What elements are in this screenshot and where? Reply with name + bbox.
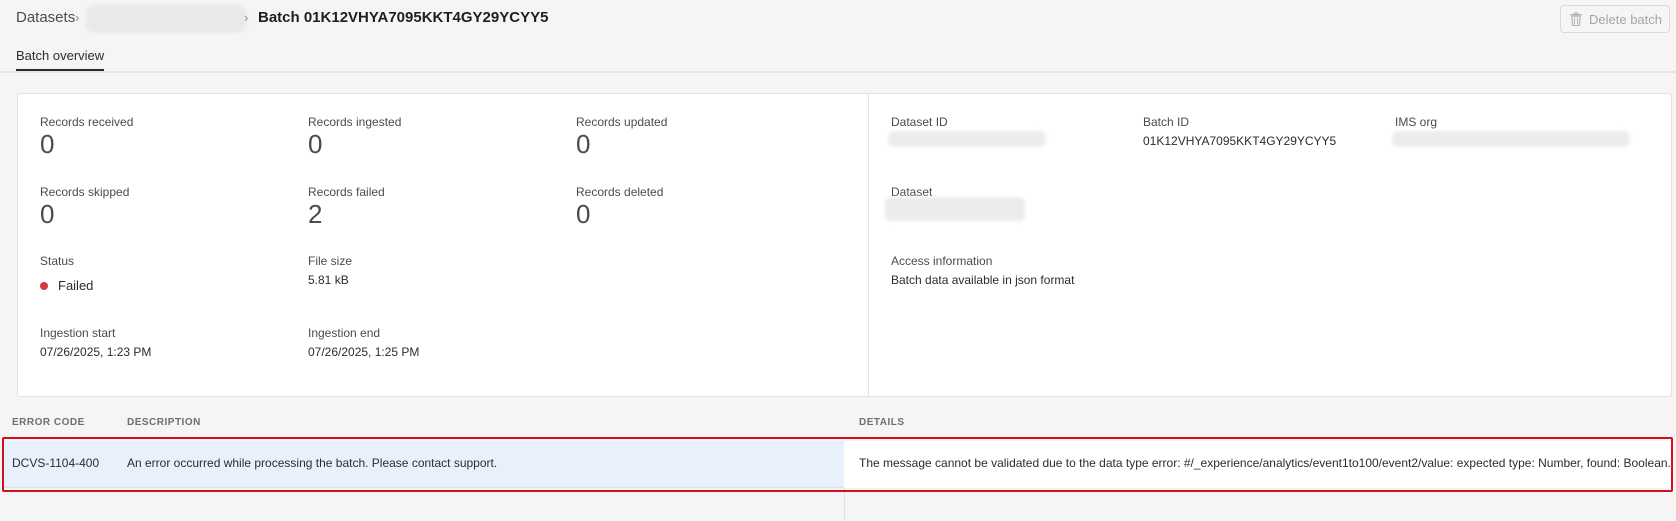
- stat-label: Records failed: [308, 185, 385, 199]
- table-row[interactable]: DCVS-1104-400 An error occurred while pr…: [2, 437, 1673, 492]
- stat-value: 07/26/2025, 1:23 PM: [40, 345, 152, 359]
- delete-batch-label: Delete batch: [1589, 11, 1662, 27]
- stat-file-size: File size 5.81 kB: [308, 254, 352, 287]
- stat-value: Batch data available in json format: [891, 273, 1075, 287]
- stat-label: File size: [308, 254, 353, 268]
- stat-ingestion-end: Ingestion end 07/26/2025, 1:25 PM: [308, 326, 419, 359]
- stat-label: Ingestion start: [40, 326, 116, 340]
- breadcrumb-datasets-link[interactable]: Datasets: [16, 9, 75, 26]
- stat-records-failed: Records failed 2: [308, 185, 385, 229]
- stat-value: 2: [308, 199, 323, 229]
- card-divider: [868, 93, 869, 397]
- stat-label: Status: [40, 254, 75, 268]
- stat-label: Records received: [40, 115, 134, 129]
- stat-value: 0: [576, 129, 591, 159]
- redacted-ims-org: [1392, 131, 1630, 147]
- stat-records-received: Records received 0: [40, 115, 133, 159]
- breadcrumb-separator: ›: [244, 10, 249, 25]
- column-header-description: DESCRIPTION: [127, 417, 201, 428]
- stat-value: 01K12VHYA7095KKT4GY29YCYY5: [1143, 134, 1337, 148]
- breadcrumb-redacted-dataset[interactable]: [86, 5, 246, 33]
- page-title: Batch 01K12VHYA7095KKT4GY29YCYY5: [258, 9, 549, 26]
- stat-label: IMS org: [1395, 115, 1438, 129]
- stat-status: Status Failed: [40, 254, 93, 293]
- highlight-outline: [2, 437, 1673, 492]
- stat-label: Records ingested: [308, 115, 402, 129]
- stat-records-skipped: Records skipped 0: [40, 185, 129, 229]
- stat-records-deleted: Records deleted 0: [576, 185, 663, 229]
- breadcrumb-separator: ›: [75, 10, 80, 25]
- stat-value: 5.81 kB: [308, 273, 349, 287]
- stat-value: 0: [40, 129, 55, 159]
- stat-label: Batch ID: [1143, 115, 1190, 129]
- stat-value: 07/26/2025, 1:25 PM: [308, 345, 420, 359]
- stat-label: Ingestion end: [308, 326, 381, 340]
- stat-records-ingested: Records ingested 0: [308, 115, 401, 159]
- detail-dataset-id: Dataset ID: [891, 115, 948, 129]
- stat-value: 0: [40, 199, 55, 229]
- page-header: Datasets › › Batch 01K12VHYA7095KKT4GY29…: [0, 0, 1676, 40]
- status-dot-icon: [40, 281, 48, 290]
- stat-label: Records skipped: [40, 185, 130, 199]
- status-indicator: Failed: [40, 278, 93, 293]
- redacted-dataset: [885, 197, 1025, 221]
- detail-batch-id: Batch ID 01K12VHYA7095KKT4GY29YCYY5: [1143, 115, 1336, 148]
- stat-label: Dataset ID: [891, 115, 948, 129]
- detail-ims-org: IMS org: [1395, 115, 1437, 129]
- column-header-details: DETAILS: [859, 417, 905, 428]
- detail-access-information: Access information Batch data available …: [891, 254, 1074, 287]
- delete-batch-button[interactable]: Delete batch: [1560, 5, 1670, 33]
- stat-label: Access information: [891, 254, 993, 268]
- stat-value: 0: [576, 199, 591, 229]
- tab-bar: Batch overview: [0, 40, 1676, 73]
- stat-label: Records updated: [576, 115, 668, 129]
- tab-batch-overview[interactable]: Batch overview: [16, 48, 105, 71]
- stat-value: 0: [308, 129, 323, 159]
- redacted-dataset-id: [888, 131, 1046, 147]
- status-badge: Failed: [58, 278, 94, 293]
- stat-label: Records deleted: [576, 185, 664, 199]
- trash-icon: [1570, 12, 1582, 26]
- column-header-error-code: ERROR CODE: [12, 417, 85, 428]
- stat-ingestion-start: Ingestion start 07/26/2025, 1:23 PM: [40, 326, 151, 359]
- stat-records-updated: Records updated 0: [576, 115, 667, 159]
